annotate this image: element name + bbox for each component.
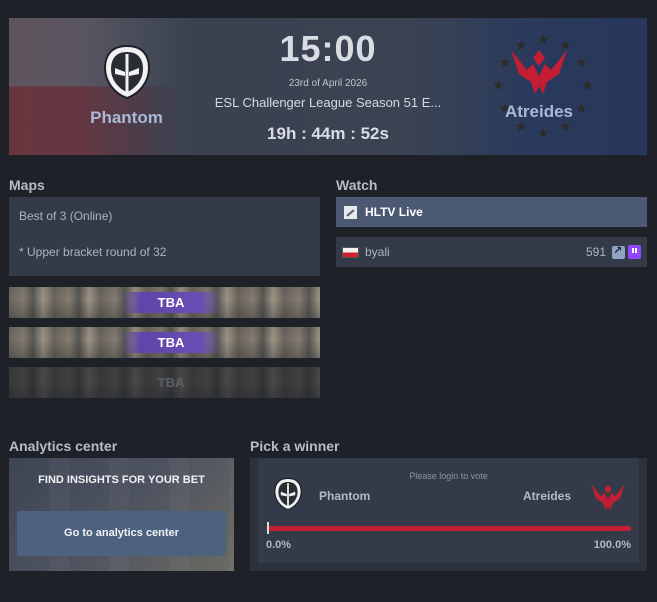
map-name: TBA bbox=[157, 375, 185, 390]
team2-vote-percent: 100.0% bbox=[593, 539, 631, 551]
twitch-icon bbox=[628, 245, 641, 259]
live-icon bbox=[344, 205, 357, 219]
streamer-name: byali bbox=[365, 245, 390, 259]
hltv-live-button[interactable]: HLTV Live bbox=[336, 197, 647, 227]
map-slot-2: TBA bbox=[9, 327, 320, 358]
login-note[interactable]: Please login to vote bbox=[258, 471, 639, 481]
map-name: TBA bbox=[121, 332, 221, 353]
team1-vote-percent: 0.0% bbox=[266, 539, 292, 551]
external-link-icon[interactable] bbox=[612, 244, 625, 259]
vote-bar bbox=[268, 526, 631, 531]
team2-name[interactable]: Atreides bbox=[479, 102, 599, 122]
match-format: Best of 3 (Online) bbox=[19, 209, 113, 223]
analytics-title: Analytics center bbox=[9, 438, 118, 454]
watch-title: Watch bbox=[336, 177, 378, 193]
map-slot-3: TBA bbox=[9, 367, 320, 398]
countdown: 19h : 44m : 52s bbox=[267, 124, 389, 143]
vote-bar-marker bbox=[267, 522, 269, 534]
map-slot-1: TBA bbox=[9, 287, 320, 318]
match-note: * Upper bracket round of 32 bbox=[19, 245, 167, 259]
stream-row[interactable]: byali 591 bbox=[336, 237, 647, 267]
map-name: TBA bbox=[121, 292, 221, 313]
team2[interactable]: Atreides bbox=[479, 36, 599, 122]
maps-info: Best of 3 (Online) * Upper bracket round… bbox=[9, 197, 320, 276]
vote-team1[interactable]: Phantom bbox=[319, 489, 370, 503]
vote-box: Please login to vote Phantom Atreides 0.… bbox=[258, 458, 639, 563]
viewer-count: 591 bbox=[585, 245, 606, 259]
phantom-logo-icon[interactable] bbox=[270, 474, 306, 514]
atreides-logo-icon[interactable] bbox=[586, 476, 630, 514]
analytics-headline: FIND INSIGHTS FOR YOUR BET bbox=[38, 474, 205, 486]
analytics-card: FIND INSIGHTS FOR YOUR BET Go to analyti… bbox=[9, 458, 234, 571]
hltv-live-label: HLTV Live bbox=[365, 205, 423, 219]
vote-team2[interactable]: Atreides bbox=[523, 489, 571, 503]
maps-title: Maps bbox=[9, 177, 45, 193]
pick-winner-title: Pick a winner bbox=[250, 438, 340, 454]
pick-winner-panel: Please login to vote Phantom Atreides 0.… bbox=[250, 458, 647, 571]
match-header: ★ ★ ★ ★ ★ ★ ★ ★ ★ ★ ★ ★ Phantom 15:00 23… bbox=[9, 18, 647, 155]
poland-flag-icon bbox=[342, 246, 359, 258]
atreides-logo-icon bbox=[507, 36, 571, 100]
analytics-button[interactable]: Go to analytics center bbox=[17, 511, 226, 556]
